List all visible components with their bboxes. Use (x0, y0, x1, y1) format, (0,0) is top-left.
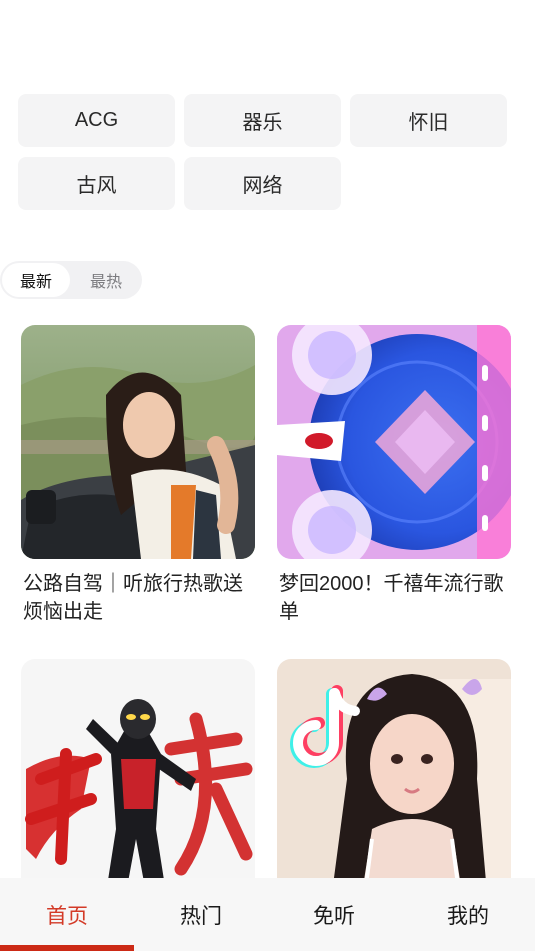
playlist-cover-image (277, 325, 511, 559)
tag-ancient-style[interactable]: 古风 (18, 157, 175, 210)
tag-acg[interactable]: ACG (18, 94, 175, 147)
bottom-tab-bar: 首页 热门 免听 我的 (0, 878, 535, 951)
playlist-cover-image (21, 659, 255, 893)
playlist-title: 公路自驾｜听旅行热歌送烦恼出走 (23, 573, 243, 623)
playlist-cover-image (21, 325, 255, 559)
sort-latest-option[interactable]: 最新 (2, 263, 70, 297)
tab-free-listen[interactable]: 免听 (267, 878, 401, 951)
tag-nostalgia[interactable]: 怀旧 (350, 94, 507, 147)
sort-toggle: 最新 最热 (0, 261, 142, 299)
playlist-title: 梦回2000！千禧年流行歌单 (279, 573, 504, 623)
playlist-cover-image (277, 659, 511, 893)
tag-instrumental[interactable]: 器乐 (184, 94, 341, 147)
tag-internet[interactable]: 网络 (184, 157, 341, 210)
tab-hot[interactable]: 热门 (134, 878, 268, 951)
tab-home[interactable]: 首页 (0, 878, 134, 951)
active-tab-indicator (0, 945, 134, 951)
sort-hottest-option[interactable]: 最热 (72, 263, 140, 297)
tab-mine[interactable]: 我的 (401, 878, 535, 951)
